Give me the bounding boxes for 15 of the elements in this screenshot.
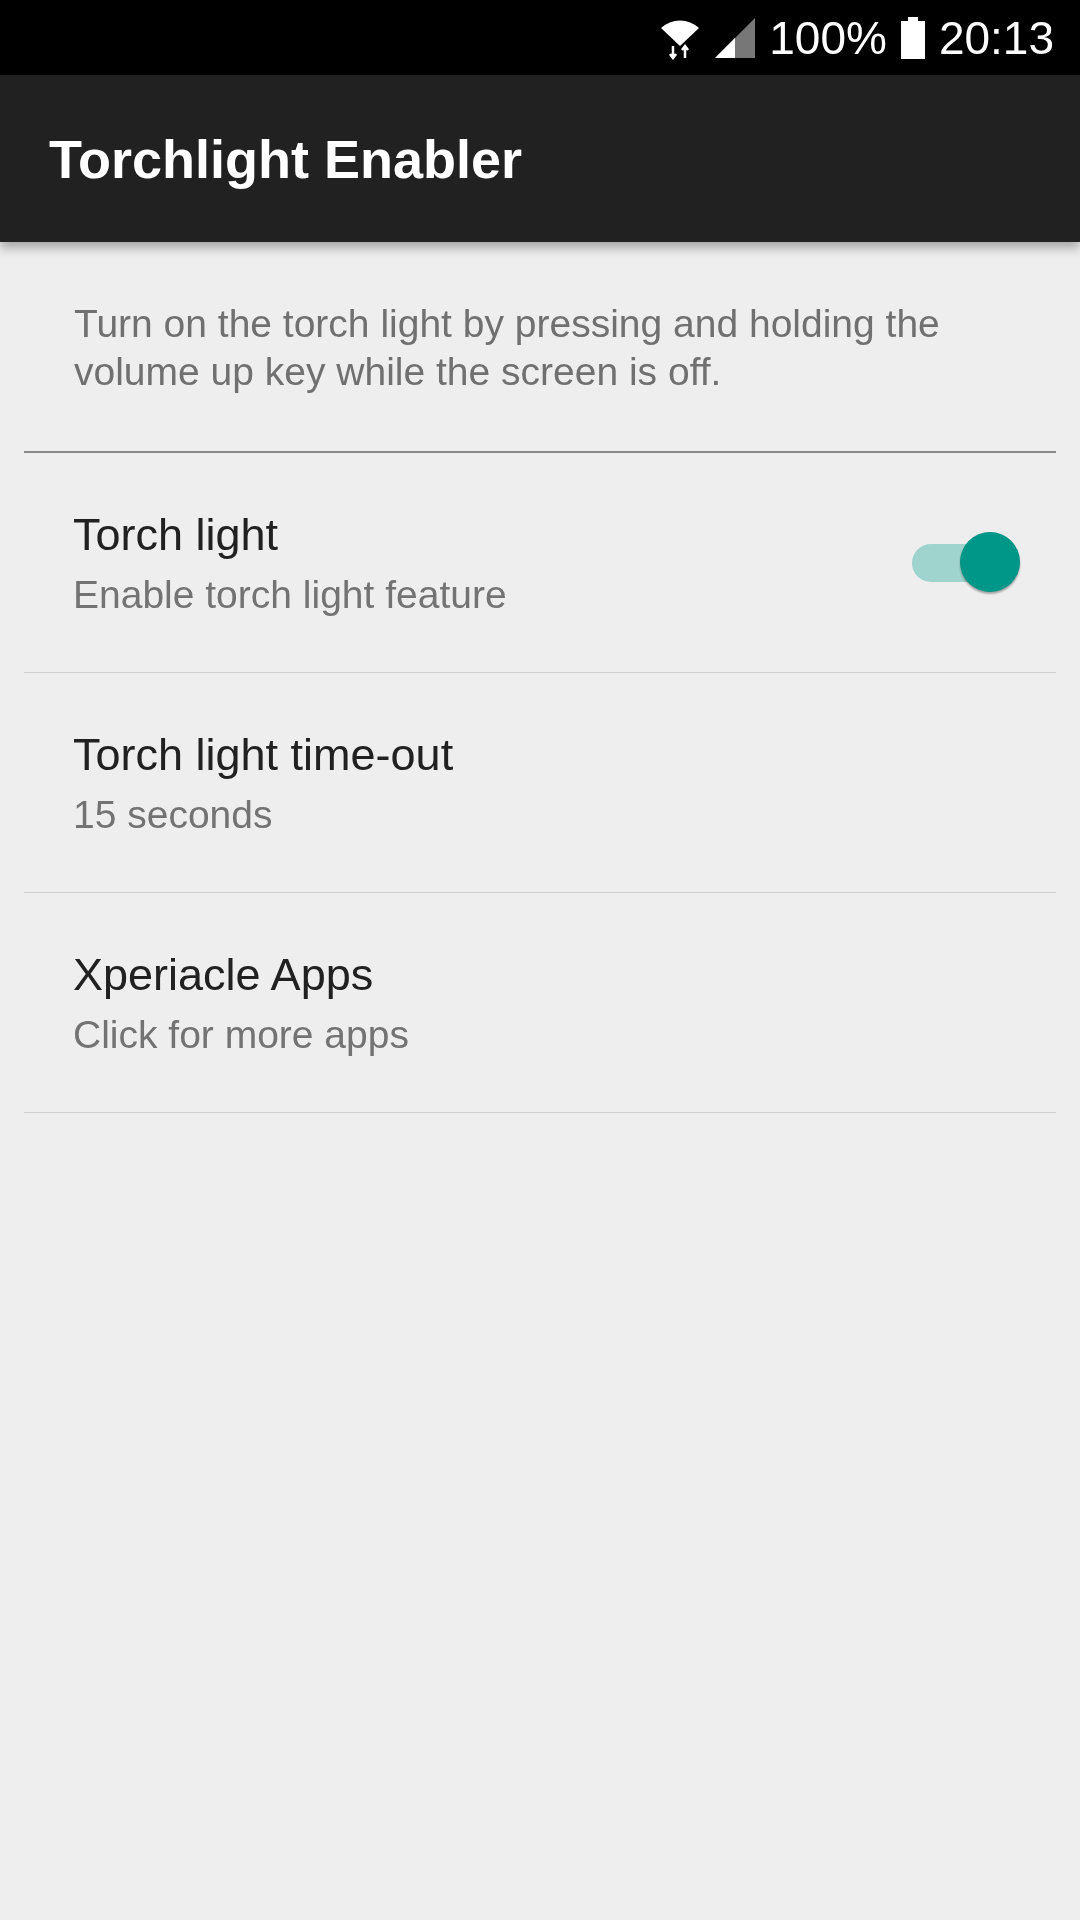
setting-title: Torch light time-out bbox=[73, 728, 455, 781]
battery-icon bbox=[900, 16, 925, 59]
settings-row[interactable]: Xperiacle Apps Click for more apps bbox=[0, 893, 1080, 1112]
description-text: Turn on the torch light by pressing and holding the volume up key while the screen is off. bbox=[73, 301, 941, 395]
settings-row[interactable]: Torch light time-out 15 seconds bbox=[0, 673, 1080, 892]
setting-title: Xperiacle Apps bbox=[73, 948, 375, 1001]
settings-row[interactable]: Torch light Enable torch light feature bbox=[0, 453, 1080, 672]
setting-title: Torch light bbox=[73, 508, 280, 561]
signal-icon bbox=[715, 17, 756, 58]
app-title: Torchlight Enabler bbox=[49, 127, 523, 190]
battery-percentage: 100% bbox=[769, 10, 887, 65]
setting-summary: 15 seconds bbox=[73, 792, 274, 837]
setting-summary: Click for more apps bbox=[73, 1012, 410, 1057]
setting-summary: Enable torch light feature bbox=[73, 572, 508, 617]
clock: 20:13 bbox=[938, 10, 1054, 65]
